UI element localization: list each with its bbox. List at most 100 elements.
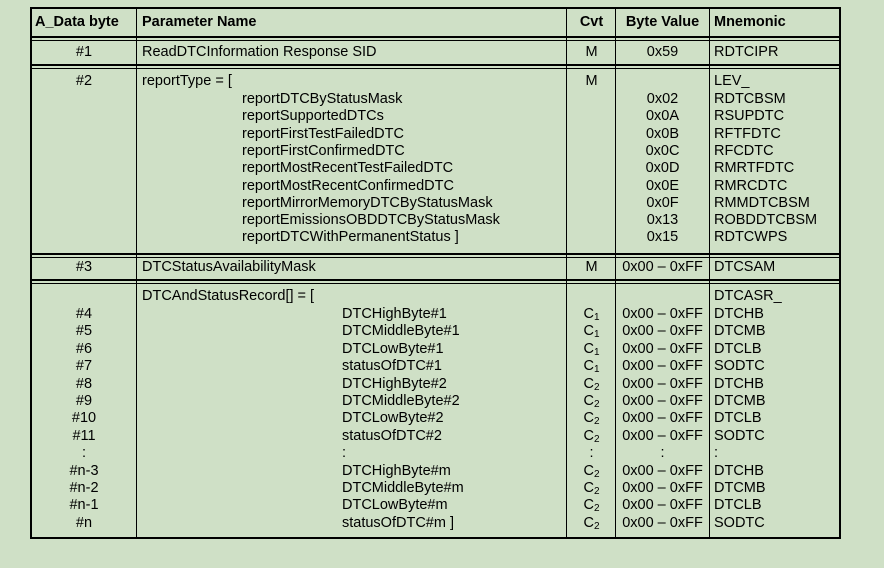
record-cvt: C2 (568, 515, 615, 532)
record-cvt-letter: C (583, 427, 594, 444)
report-type-value: 0x0E (645, 177, 680, 194)
record-cvt-letter: C (583, 340, 594, 357)
record-value: 0x00 – 0xFF (622, 358, 703, 375)
record-cvt: C2 (568, 497, 615, 514)
row2-name: reportType = [ (142, 73, 232, 89)
record-cvt-index: 2 (593, 416, 600, 428)
record-mnemonic: DTCLB (714, 410, 762, 427)
report-type-name: reportSupportedDTCs (242, 108, 384, 125)
row3-byte: #3 (75, 259, 93, 275)
record-value: : (660, 445, 665, 462)
record-value: 0x00 – 0xFF (622, 427, 703, 444)
record-byte: #7 (75, 358, 93, 375)
record-cvt: C2 (568, 463, 615, 480)
report-type-name: reportMostRecentConfirmedDTC (242, 177, 454, 194)
record-name: DTCHighByte#m (342, 462, 451, 479)
report-type-mnemonic: RMMDTCBSM (714, 194, 810, 211)
column-divider (709, 9, 710, 537)
record-name: DTCHighByte#1 (342, 306, 447, 322)
row1-name: ReadDTCInformation Response SID (142, 44, 377, 60)
report-type-value: 0x13 (646, 212, 679, 229)
record-value: 0x00 – 0xFF (622, 340, 703, 357)
record-cvt-letter: C (583, 323, 594, 340)
record-cvt-index: 2 (593, 486, 600, 497)
report-type-mnemonic: RDTCWPS (714, 229, 788, 246)
report-type-value: 0x0D (645, 160, 680, 177)
record-byte: #n-1 (69, 497, 99, 514)
report-type-name: reportDTCWithPermanentStatus ] (242, 229, 459, 246)
record-name: DTCLowByte#m (342, 497, 448, 514)
record-cvt-index: 2 (593, 381, 600, 393)
record-cvt-letter: C (583, 410, 594, 427)
row3-name: DTCStatusAvailabilityMask (142, 259, 316, 275)
record-cvt-index: 2 (593, 503, 600, 515)
row1-cvt: M (585, 44, 598, 60)
report-type-mnemonic: RMRCDTC (714, 177, 788, 194)
report-type-value: 0x02 (646, 91, 679, 107)
row2-mnemonic: LEV_ (714, 73, 750, 89)
record-cvt-index: 2 (593, 468, 600, 480)
record-cvt: C2 (568, 428, 615, 445)
row1-mnemonic: RDTCIPR (714, 44, 779, 60)
row-divider (32, 279, 839, 284)
record-cvt-letter: C (583, 358, 594, 375)
row2-cvt: M (585, 73, 598, 89)
row1-byte: #1 (75, 44, 93, 60)
record-byte: : (81, 445, 87, 462)
record-byte: #10 (71, 410, 97, 427)
record-mnemonic: SODTC (714, 358, 765, 375)
record-mnemonic: DTCHB (714, 375, 764, 392)
header-a-data-byte: A_Data byte (35, 14, 119, 30)
report-type-mnemonic: RMRTFDTC (714, 160, 795, 177)
record-cvt-letter: : (589, 445, 594, 462)
row-divider (32, 64, 839, 69)
record-cvt: C2 (568, 376, 615, 393)
report-type-mnemonic: RDTCBSM (714, 91, 786, 107)
record-cvt-index: 2 (593, 399, 600, 410)
record-name: DTCMiddleByte#1 (342, 323, 460, 340)
record-byte: #n (75, 514, 93, 531)
record-mnemonic: DTCHB (714, 462, 764, 479)
record-byte: #6 (75, 340, 93, 357)
report-type-name: reportMirrorMemoryDTCByStatusMask (242, 194, 493, 211)
record-byte: #n-2 (69, 480, 99, 496)
row3-mnemonic: DTCSAM (714, 259, 776, 275)
record-cvt: : (568, 445, 615, 462)
row2-byte: #2 (75, 73, 93, 89)
record-name: : (342, 445, 347, 462)
row3-value: 0x00 – 0xFF (622, 259, 703, 275)
header-parameter-name: Parameter Name (142, 14, 257, 30)
row3-cvt: M (585, 259, 598, 275)
record-cvt-letter: C (583, 514, 594, 531)
report-type-value: 0x0F (646, 194, 679, 211)
record-cvt: C2 (568, 480, 615, 497)
column-divider (566, 9, 567, 537)
record-cvt: C1 (568, 358, 615, 375)
record-cvt-index: 1 (593, 346, 600, 358)
record-value: 0x00 – 0xFF (622, 410, 703, 427)
report-type-mnemonic: ROBDDTCBSM (714, 212, 818, 229)
report-type-name: reportFirstTestFailedDTC (242, 125, 404, 142)
column-divider (136, 9, 137, 537)
record-name: DTCLowByte#1 (342, 340, 444, 357)
record-cvt: C1 (568, 323, 615, 340)
row-divider (32, 253, 839, 258)
header-cvt: Cvt (579, 14, 604, 30)
record-name: statusOfDTC#2 (342, 427, 442, 444)
report-type-value: 0x0B (645, 125, 680, 142)
row-divider (32, 36, 839, 41)
report-type-name: reportDTCByStatusMask (242, 91, 403, 107)
row4-name: DTCAndStatusRecord[] = [ (142, 288, 315, 304)
record-cvt: C1 (568, 306, 615, 323)
header-byte-value: Byte Value (625, 14, 700, 30)
report-type-name: reportMostRecentTestFailedDTC (242, 160, 454, 177)
record-name: DTCHighByte#2 (342, 375, 447, 392)
report-type-mnemonic: RFTFDTC (714, 125, 781, 142)
record-cvt-letter: C (583, 375, 594, 392)
report-type-value: 0x0C (645, 142, 680, 159)
record-value: 0x00 – 0xFF (622, 514, 703, 531)
record-byte: #8 (75, 375, 93, 392)
record-name: DTCMiddleByte#2 (342, 393, 460, 409)
record-name: DTCMiddleByte#m (342, 480, 464, 496)
record-cvt: C2 (568, 393, 615, 410)
